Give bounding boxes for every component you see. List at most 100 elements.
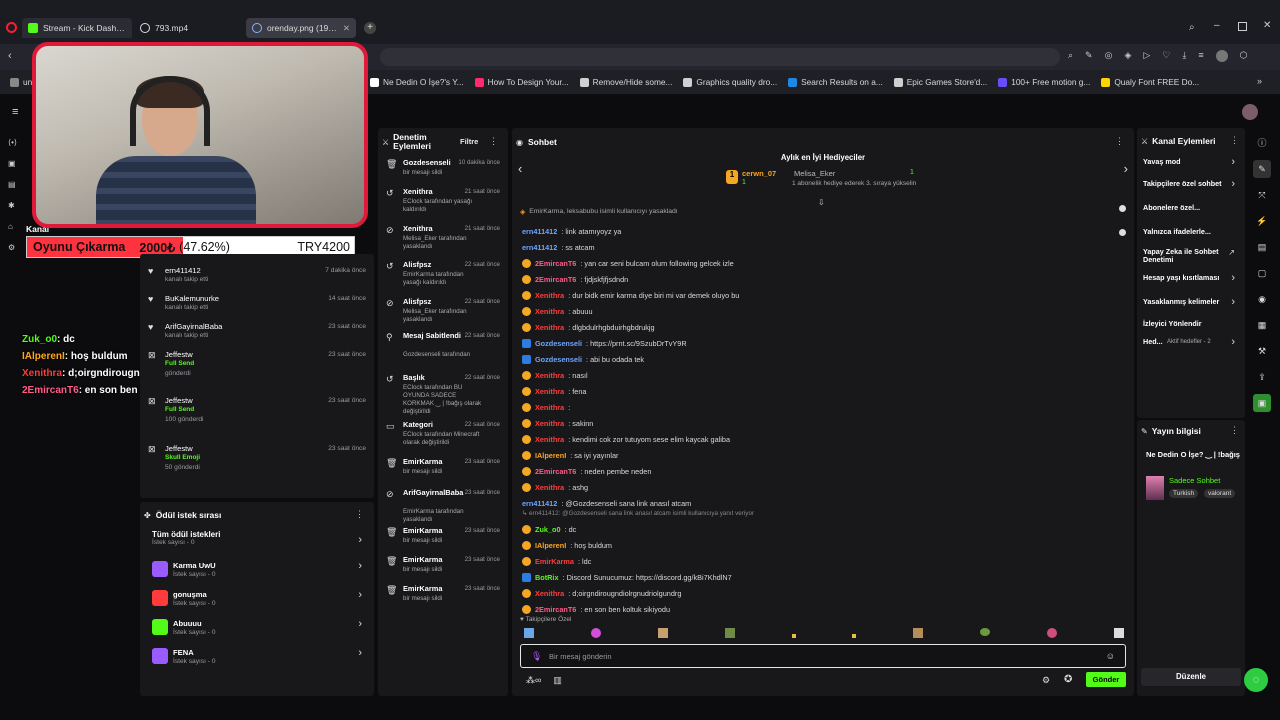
chat-username[interactable]: Xenithra (535, 589, 564, 598)
new-tab-button[interactable]: + (364, 22, 376, 34)
emote-icon[interactable] (1047, 628, 1057, 638)
chat-username[interactable]: Xenithra (535, 323, 564, 332)
more-options-icon[interactable]: ⋮ (1230, 135, 1239, 146)
reward-item[interactable]: FENA İstek sayısı - 0 › (140, 645, 374, 671)
edit-button[interactable]: Düzenle (1141, 668, 1241, 686)
mic-icon[interactable]: 🎙 (531, 651, 542, 662)
emote-icon[interactable] (1113, 628, 1124, 638)
emote-icon[interactable] (524, 628, 534, 638)
hamburger-menu-icon[interactable]: ≡ (12, 106, 18, 118)
filter-button[interactable]: Filtre (460, 137, 478, 146)
gear-icon[interactable]: ⚙ (1042, 675, 1050, 686)
chat-username[interactable]: Xenithra (535, 419, 564, 428)
chat-username[interactable]: Gozdesenseli (535, 355, 582, 364)
nav-stream-icon[interactable]: ⟨•⟩ (8, 138, 17, 147)
emote-icon[interactable] (913, 628, 924, 638)
bookmark-item[interactable]: Remove/Hide some... (579, 77, 672, 87)
chat-username[interactable]: Xenithra (535, 371, 564, 380)
channel-action-item[interactable]: Yalnızca ifadelerle... (1137, 226, 1245, 244)
emoji-icon[interactable]: ☺ (1106, 651, 1115, 661)
chat-input[interactable]: 🎙 Bir mesaj gönderin ☺ (520, 644, 1126, 668)
bookmark-item[interactable]: How To Design Your... (474, 77, 569, 87)
address-bar[interactable] (380, 48, 1060, 66)
bookmark-item[interactable]: Ne Dedin O İşe?'s Y... (370, 77, 464, 87)
edit-icon[interactable]: ✎ (1085, 50, 1093, 62)
more-options-icon[interactable]: ⋮ (1115, 136, 1124, 147)
emote-icon[interactable] (852, 634, 857, 638)
nav-chat-icon[interactable]: ▤ (8, 180, 17, 189)
shield-icon[interactable]: ◈ (1124, 50, 1131, 62)
chat-username[interactable]: 2EmircanT6 (535, 275, 576, 284)
all-rewards-row[interactable]: Tüm ödül istekleri İstek sayısı - 0 › (152, 530, 362, 556)
chat-username[interactable]: ern411412 (522, 227, 557, 236)
tab-video[interactable]: 793.mp4 (134, 18, 244, 38)
chat-username[interactable]: 2EmircanT6 (535, 605, 576, 614)
back-icon[interactable]: ‹ (8, 50, 12, 62)
chat-username[interactable]: ern411412 (522, 499, 557, 508)
doc-icon[interactable]: ▤ (1253, 238, 1271, 256)
more-bookmarks-icon[interactable]: » (1257, 76, 1262, 86)
chat-username[interactable]: Xenithra (535, 403, 564, 412)
reward-item[interactable]: Karma UwU İstek sayısı - 0 › (140, 558, 374, 584)
chat-username[interactable]: ern411412 (522, 243, 557, 252)
emote-icon[interactable] (791, 634, 796, 638)
camera-icon[interactable]: ◎ (1105, 50, 1113, 62)
close-window-icon[interactable]: ✕ (1263, 20, 1271, 31)
chat-username[interactable]: Zuk_o0 (535, 525, 561, 534)
nav-channel-icon[interactable]: ⌂ (8, 222, 17, 231)
chat-username[interactable]: 2EmircanT6 (535, 259, 576, 268)
opera-logo-icon[interactable] (6, 22, 17, 33)
more-options-icon[interactable]: ⋮ (489, 136, 498, 147)
menu-icon[interactable]: ≡ (1198, 50, 1203, 62)
share-icon[interactable]: ⇪ (1253, 368, 1271, 386)
bookmark-item[interactable]: Qualy Font FREE Do... (1101, 77, 1199, 87)
support-chat-button[interactable]: ◌ (1244, 668, 1268, 692)
maximize-icon[interactable] (1238, 22, 1247, 31)
chat-username[interactable]: Xenithra (535, 307, 564, 316)
channel-action-item[interactable]: Yavaş mod › (1137, 156, 1245, 174)
chat-username[interactable]: EmirKarma (535, 557, 574, 566)
search-tabs-icon[interactable]: ⌕ (1189, 22, 1195, 33)
chat-username[interactable]: Xenithra (535, 483, 564, 492)
channel-action-item[interactable]: Takipçilere özel sohbet › (1137, 178, 1245, 196)
tag-valorant[interactable]: valorant (1204, 489, 1236, 498)
chat-username[interactable]: IAlperenI (535, 541, 566, 550)
expand-icon[interactable]: ⤧ (1253, 186, 1271, 204)
emote-icon[interactable] (657, 628, 668, 638)
minimize-icon[interactable]: – (1214, 20, 1220, 31)
download-icon[interactable]: ⤓ (1182, 50, 1186, 62)
tab-image[interactable]: orenday.png (1917×10 ✕ (246, 18, 356, 38)
scroll-down-icon[interactable]: ⇩ (818, 198, 825, 207)
channel-action-item[interactable]: Abonelere özel... (1137, 202, 1245, 220)
chat-username[interactable]: IAlperenI (535, 451, 566, 460)
gift-icon[interactable]: ✪ (1064, 674, 1072, 685)
pencil-icon[interactable]: ✎ (1253, 160, 1271, 178)
search-icon[interactable]: ⌕ (1068, 50, 1073, 62)
channel-action-item[interactable]: Hesap yaşı kısıtlaması › (1137, 272, 1245, 290)
layout-icon[interactable]: ▦ (1253, 316, 1271, 334)
channel-action-item[interactable]: Yapay Zeka ile Sohbet Denetimi ↗ (1137, 246, 1245, 264)
bot-icon[interactable]: ⁂∞ (526, 675, 541, 686)
nav-gear-icon[interactable]: ✱ (8, 201, 17, 210)
bookmark-item[interactable]: 100+ Free motion g... (998, 77, 1090, 87)
chat-username[interactable]: BotRix (535, 573, 559, 582)
chat-username[interactable]: Xenithra (535, 435, 564, 444)
flash-icon[interactable]: ⚡ (1253, 212, 1271, 230)
chat-icon[interactable]: ▢ (1253, 264, 1271, 282)
chevron-right-icon[interactable]: › (1124, 161, 1128, 176)
chat-username[interactable]: Xenithra (535, 387, 564, 396)
broadcast-icon[interactable]: ◉ (1253, 290, 1271, 308)
tag-turkish[interactable]: Turkish (1169, 489, 1199, 498)
emote-icon[interactable] (980, 628, 991, 636)
store-icon[interactable]: ▥ (553, 675, 562, 686)
chevron-left-icon[interactable]: ‹ (518, 161, 522, 176)
channel-action-item[interactable]: İzleyici Yönlendir (1137, 318, 1245, 336)
chat-username[interactable]: Xenithra (535, 291, 564, 300)
emote-icon[interactable] (590, 628, 601, 638)
info-icon[interactable]: ⓘ (1253, 134, 1271, 152)
user-avatar[interactable] (1242, 104, 1258, 120)
more-options-icon[interactable]: ⋮ (355, 509, 364, 520)
tab-kick-dashboard[interactable]: Stream - Kick Dashboard (22, 18, 132, 38)
channel-action-item[interactable]: Yasaklanmış kelimeler › (1137, 296, 1245, 314)
extensions-icon[interactable]: ⬡ (1240, 50, 1248, 62)
